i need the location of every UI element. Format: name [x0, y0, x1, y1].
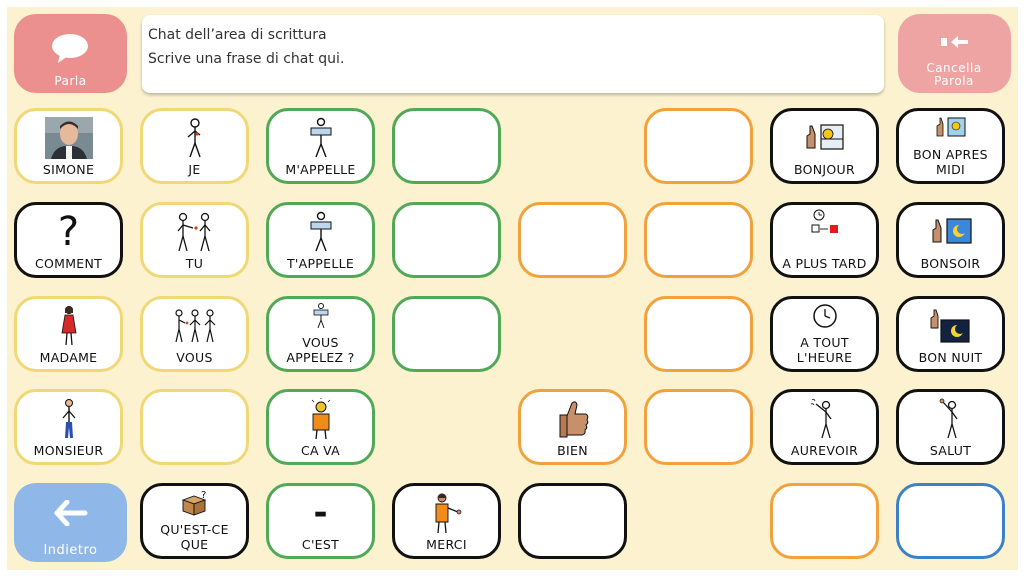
person-wellbeing-icon [311, 398, 330, 440]
tile-vous[interactable]: VOUS [140, 296, 249, 372]
tile-bonjour[interactable]: BONJOUR [770, 108, 879, 184]
backspace-arrow-icon [941, 36, 968, 48]
tile-label: MADAME [39, 350, 98, 365]
tile-a-tout-lheure[interactable]: A TOUT L'HEURE [770, 296, 879, 372]
thumb-evening-moon-icon [932, 218, 972, 244]
tile-label: C'EST [301, 537, 340, 552]
tile-monsieur[interactable]: MONSIEUR [14, 389, 123, 465]
tile-label: COMMENT [34, 256, 103, 271]
back-label: Indietro [43, 543, 98, 558]
tile-bonsoir[interactable]: BONSOIR [896, 202, 1005, 278]
tile-empty[interactable] [392, 108, 501, 184]
tile-label: A TOUT L'HEURE [796, 335, 853, 365]
tile-label: SALUT [929, 443, 972, 458]
tile-label: BONJOUR [793, 162, 855, 177]
tile-label: BON NUIT [918, 350, 983, 365]
tile-simone[interactable]: SIMONE [14, 108, 123, 184]
tile-empty[interactable] [644, 296, 753, 372]
tile-bon-apres-midi[interactable]: BON APRES MIDI [896, 108, 1005, 184]
man-figure-icon [62, 399, 75, 438]
tile-label: MONSIEUR [33, 443, 104, 458]
tile-vous-appelez[interactable]: VOUS APPELEZ ? [266, 296, 375, 372]
tile-ca-va[interactable]: CA VA [266, 389, 375, 465]
stick-figure-name-tag-icon [313, 303, 328, 329]
aac-board: Parla Chat dell’area di scrittura Scrive… [7, 7, 1018, 570]
person-photo-icon [44, 117, 93, 159]
clock-icon [812, 304, 837, 328]
tile-empty[interactable] [518, 483, 627, 559]
tile-label: BIEN [557, 443, 588, 458]
tile-empty[interactable] [644, 202, 753, 278]
thumbs-up-icon [559, 401, 588, 438]
speak-button[interactable]: Parla [14, 14, 127, 93]
tile-label: VOUS [176, 350, 213, 365]
tile-je[interactable]: JE [140, 108, 249, 184]
tile-a-plus-tard[interactable]: A PLUS TARD [770, 202, 879, 278]
stick-figure-pointing-self-icon [187, 118, 201, 158]
tile-comment[interactable]: ? COMMENT [14, 202, 123, 278]
tile-label: BONSOIR [920, 256, 981, 271]
thumb-afternoon-sun-icon [936, 117, 965, 137]
tile-label: BON APRES MIDI [913, 147, 988, 177]
box-question-icon: ? [181, 490, 206, 516]
waving-figure-icon [939, 398, 958, 439]
stick-figure-name-tag-icon [310, 211, 331, 252]
dash-icon: - [313, 493, 328, 533]
tile-empty[interactable] [518, 202, 627, 278]
tile-salut[interactable]: SALUT [896, 389, 1005, 465]
tile-tappelle[interactable]: T'APPELLE [266, 202, 375, 278]
tile-empty[interactable] [770, 483, 879, 559]
tile-mappelle[interactable]: M'APPELLE [266, 108, 375, 184]
tile-empty[interactable] [644, 389, 753, 465]
tile-empty[interactable] [392, 296, 501, 372]
tile-label: T'APPELLE [286, 256, 355, 271]
tile-tu[interactable]: TU [140, 202, 249, 278]
chat-text-area[interactable]: Chat dell’area di scrittura Scrive una f… [142, 15, 884, 93]
tile-cest[interactable]: - C'EST [266, 483, 375, 559]
tile-madame[interactable]: MADAME [14, 296, 123, 372]
tile-quest-ce-que[interactable]: ? QU'EST-CE QUE [140, 483, 249, 559]
tile-label: AUREVOIR [790, 443, 859, 458]
waving-figure-icon [810, 398, 832, 439]
tile-label: VOUS APPELEZ ? [286, 335, 355, 365]
tile-label: SIMONE [42, 162, 95, 177]
tile-label: A PLUS TARD [782, 256, 867, 271]
arrow-left-icon [54, 500, 88, 526]
thumb-morning-sun-icon [806, 124, 844, 150]
clear-word-button[interactable]: Cancella Parola [898, 14, 1011, 93]
tile-empty[interactable] [392, 202, 501, 278]
clear-word-label: Cancella Parola [926, 61, 982, 88]
tile-aurevoir[interactable]: AUREVOIR [770, 389, 879, 465]
back-button[interactable]: Indietro [14, 483, 127, 562]
question-mark-icon: ? [57, 209, 80, 255]
tile-empty[interactable] [896, 483, 1005, 559]
chat-title: Chat dell’area di scrittura [148, 27, 327, 43]
tile-label: JE [188, 162, 201, 177]
clock-later-icon [811, 209, 838, 233]
tile-bien[interactable]: BIEN [518, 389, 627, 465]
tile-label: M'APPELLE [285, 162, 356, 177]
thumb-night-moon-icon [930, 309, 970, 343]
woman-figure-icon [61, 306, 76, 346]
speech-bubble-icon [52, 34, 88, 63]
chat-text: Scrive una frase di chat qui. [148, 51, 345, 67]
speak-label: Parla [54, 74, 87, 88]
group-figures-icon [174, 309, 215, 343]
tile-label: MERCI [426, 537, 467, 552]
tile-label: QU'EST-CE QUE [160, 522, 229, 552]
two-figures-pointing-icon [177, 212, 210, 252]
tile-merci[interactable]: MERCI [392, 483, 501, 559]
person-thanking-icon [435, 493, 461, 534]
tile-bon-nuit[interactable]: BON NUIT [896, 296, 1005, 372]
svg-text:?: ? [201, 490, 206, 501]
tile-empty[interactable] [140, 389, 249, 465]
tile-empty[interactable] [644, 108, 753, 184]
tile-label: TU [185, 256, 204, 271]
stick-figure-name-tag-icon [310, 117, 331, 158]
tile-label: CA VA [300, 443, 341, 458]
